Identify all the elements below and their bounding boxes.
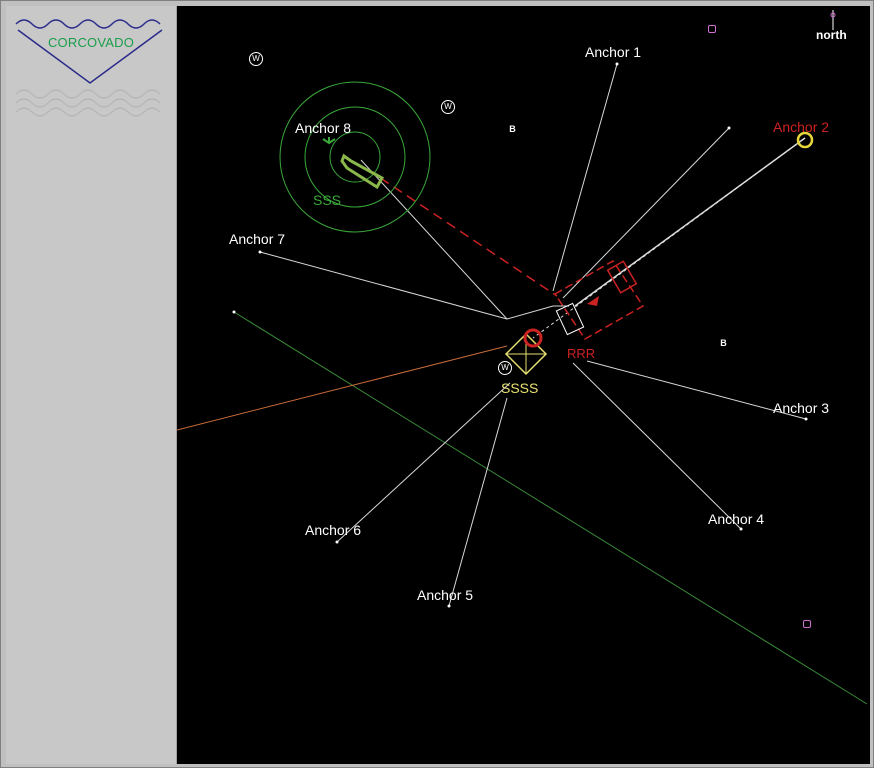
anchor-5-label[interactable]: Anchor 5 — [417, 587, 473, 603]
dotted-line — [532, 137, 806, 339]
pink-marker[interactable] — [803, 620, 811, 628]
red-vessel-label[interactable]: RRR — [567, 346, 595, 361]
waypoint-marker[interactable]: W — [441, 100, 455, 114]
green-vessel-label[interactable]: SSS — [313, 192, 341, 208]
anchor-4-line — [572, 362, 742, 530]
pink-marker[interactable] — [708, 25, 716, 33]
logo-graphic — [15, 19, 163, 117]
red-direction-arrow — [587, 296, 599, 306]
north-label: north — [816, 28, 847, 42]
anchor-8-label[interactable]: Anchor 8 — [295, 120, 351, 136]
application-window: CORCOVADO north Anchor 1 Anchor 2 Anchor… — [0, 0, 874, 768]
waypoint-marker[interactable]: W — [498, 361, 512, 375]
anchor-6-label[interactable]: Anchor 6 — [305, 522, 361, 538]
anchor-2-line-a — [562, 127, 730, 299]
green-anchor-symbol — [322, 137, 336, 145]
anchor-2-label[interactable]: Anchor 2 — [773, 119, 829, 135]
mooring-map-canvas[interactable]: north Anchor 1 Anchor 2 Anchor 3 Anchor … — [177, 6, 870, 764]
anchor-6-line — [336, 382, 511, 543]
anchor-1-label[interactable]: Anchor 1 — [585, 44, 641, 60]
yellow-vessel-label[interactable]: SSSS — [501, 380, 538, 396]
green-reference-line — [233, 311, 868, 705]
anchor-4-label[interactable]: Anchor 4 — [708, 511, 764, 527]
buoy-marker[interactable]: B — [717, 337, 730, 350]
green-vessel-ring-outer — [279, 81, 431, 233]
side-panel: CORCOVADO — [6, 6, 177, 764]
anchor-8-line — [360, 159, 508, 320]
red-vessel-box — [606, 260, 638, 294]
waypoint-marker[interactable]: W — [249, 52, 263, 66]
logo-text: CORCOVADO — [47, 35, 135, 50]
anchor-7-label[interactable]: Anchor 7 — [229, 231, 285, 247]
anchor-5-line — [448, 397, 508, 607]
anchor-7-line — [259, 251, 508, 320]
anchor-1-line — [552, 63, 618, 292]
orange-reference-line — [177, 345, 508, 431]
anchor-3-label[interactable]: Anchor 3 — [773, 400, 829, 416]
buoy-marker[interactable]: B — [506, 123, 519, 136]
anchor-2-target — [796, 131, 814, 149]
tow-line-red — [366, 168, 558, 297]
